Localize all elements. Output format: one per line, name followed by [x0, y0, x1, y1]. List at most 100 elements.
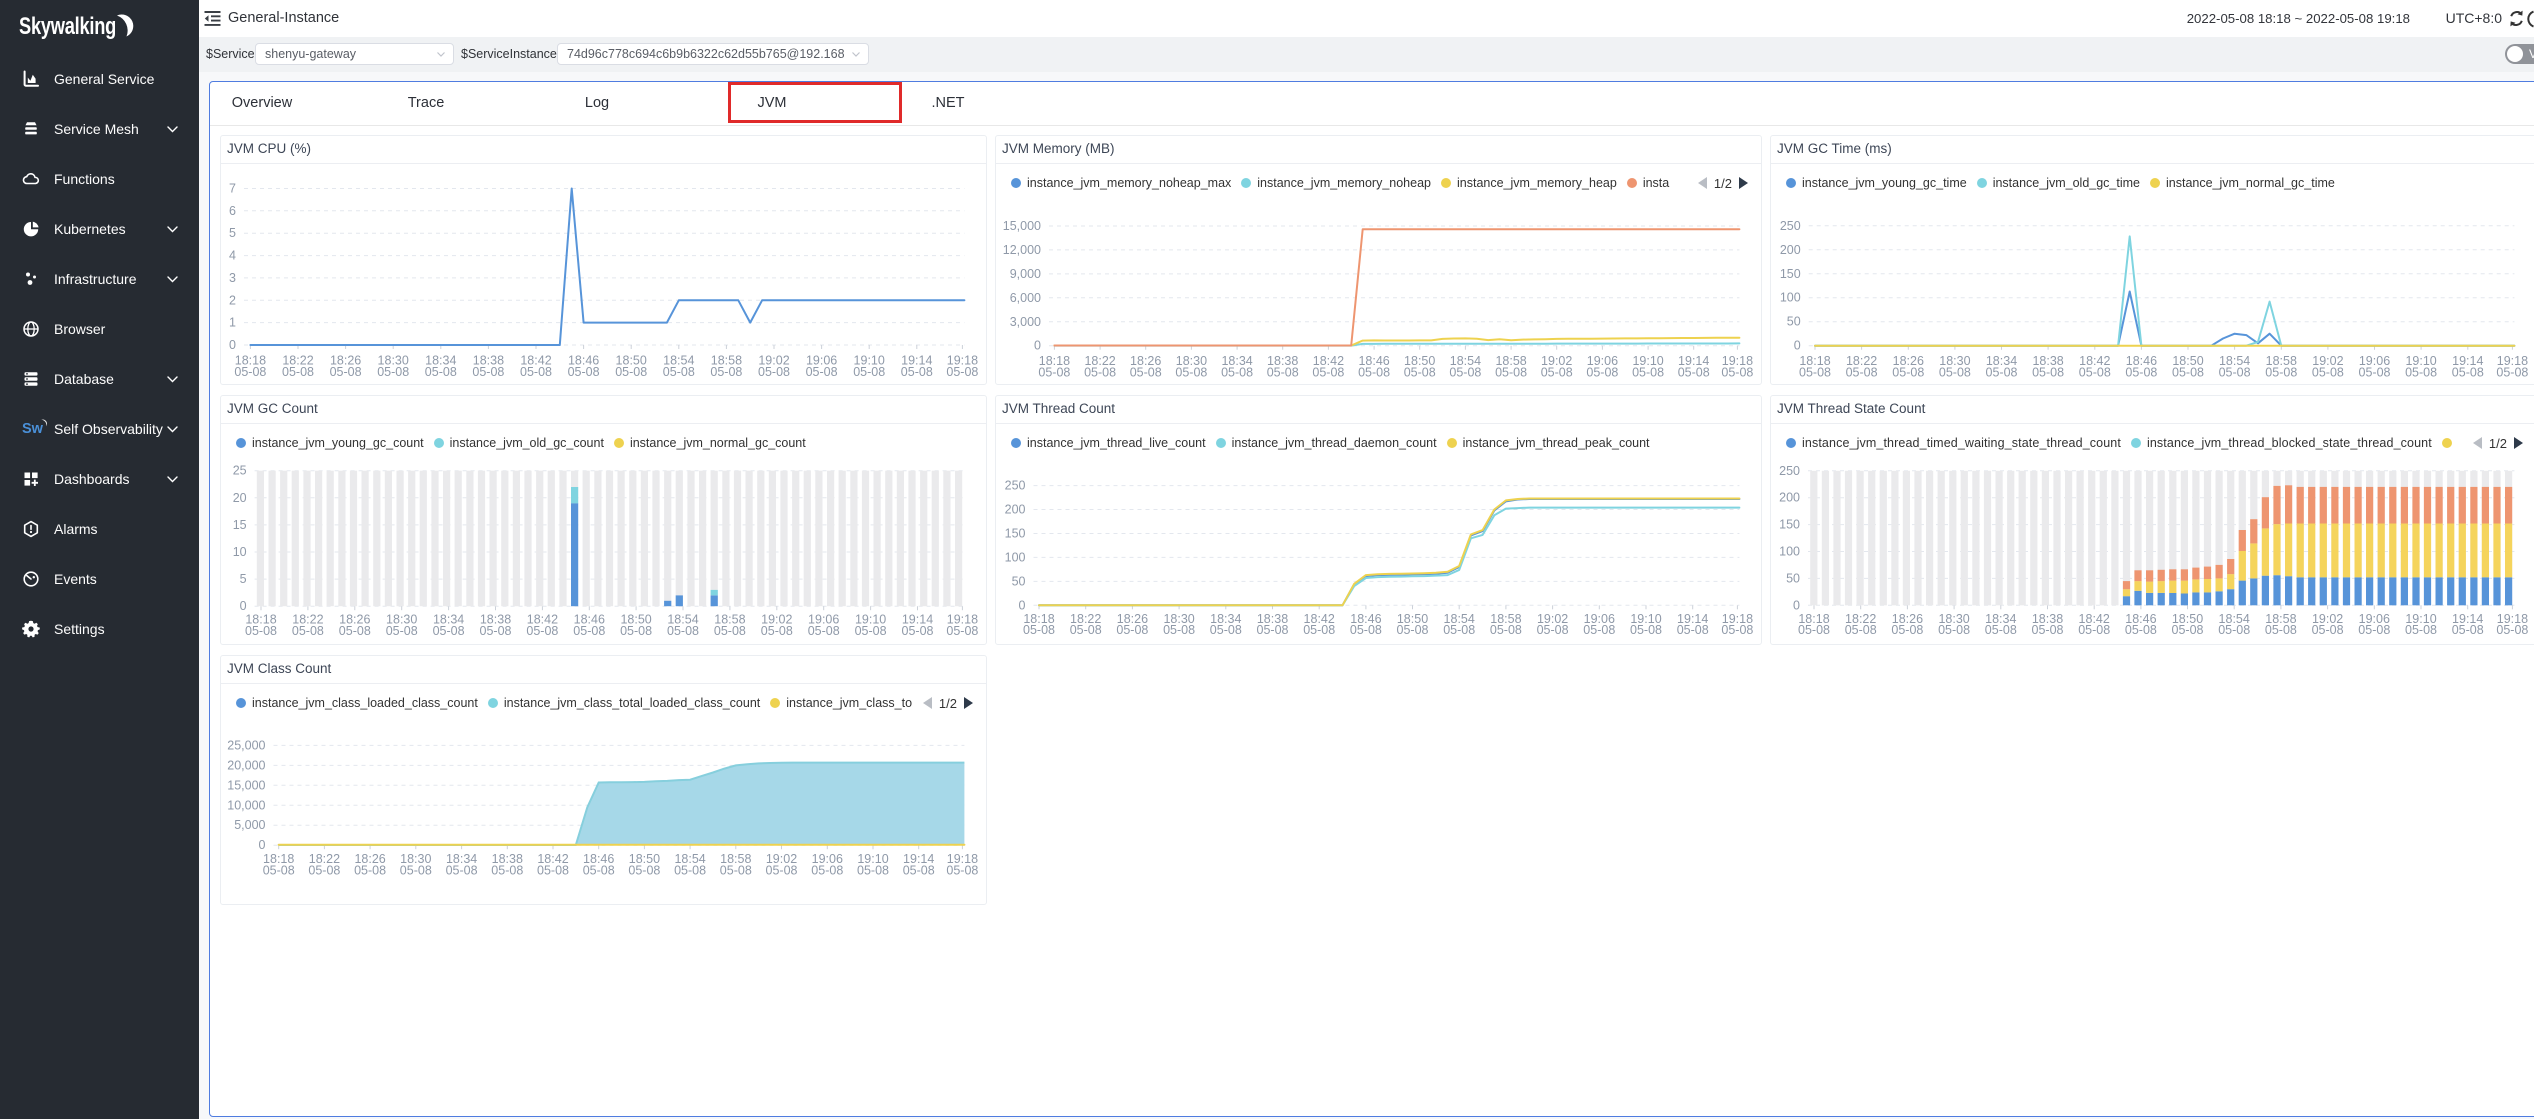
svg-text:05-08: 05-08 [2219, 366, 2251, 380]
svg-text:3,000: 3,000 [1010, 315, 1041, 329]
svg-text:0: 0 [259, 838, 266, 852]
svg-text:05-08: 05-08 [526, 624, 558, 638]
svg-text:200: 200 [1005, 503, 1026, 517]
svg-text:05-08: 05-08 [1490, 623, 1522, 637]
svg-text:3: 3 [229, 271, 236, 285]
svg-text:100: 100 [1779, 545, 1800, 559]
svg-text:9,000: 9,000 [1010, 267, 1041, 281]
svg-text:05-08: 05-08 [720, 864, 752, 878]
svg-text:05-08: 05-08 [1350, 623, 1382, 637]
svg-text:05-08: 05-08 [245, 624, 277, 638]
svg-text:05-08: 05-08 [628, 864, 660, 878]
svg-text:05-08: 05-08 [377, 365, 409, 379]
svg-text:25: 25 [233, 464, 247, 478]
svg-text:05-08: 05-08 [1985, 623, 2017, 637]
svg-text:5,000: 5,000 [234, 818, 265, 832]
svg-text:05-08: 05-08 [263, 864, 295, 878]
svg-text:05-08: 05-08 [2496, 366, 2528, 380]
svg-text:05-08: 05-08 [1163, 623, 1195, 637]
svg-text:05-08: 05-08 [946, 864, 978, 878]
svg-text:05-08: 05-08 [1257, 623, 1289, 637]
svg-text:05-08: 05-08 [946, 624, 978, 638]
svg-text:05-08: 05-08 [1116, 623, 1148, 637]
svg-text:7: 7 [229, 182, 236, 196]
svg-text:20: 20 [233, 491, 247, 505]
svg-text:05-08: 05-08 [1677, 623, 1709, 637]
svg-text:05-08: 05-08 [2032, 623, 2064, 637]
svg-text:05-08: 05-08 [583, 864, 615, 878]
svg-text:05-08: 05-08 [2079, 366, 2111, 380]
svg-text:05-08: 05-08 [1721, 366, 1753, 380]
svg-text:150: 150 [1005, 527, 1026, 541]
svg-text:05-08: 05-08 [1175, 366, 1207, 380]
svg-text:05-08: 05-08 [400, 864, 432, 878]
svg-text:05-08: 05-08 [2172, 366, 2204, 380]
svg-text:05-08: 05-08 [1221, 366, 1253, 380]
svg-text:05-08: 05-08 [537, 864, 569, 878]
svg-text:05-08: 05-08 [1084, 366, 1116, 380]
svg-text:05-08: 05-08 [308, 864, 340, 878]
svg-text:05-08: 05-08 [855, 624, 887, 638]
svg-text:05-08: 05-08 [2452, 366, 2484, 380]
svg-text:05-08: 05-08 [573, 624, 605, 638]
svg-text:05-08: 05-08 [946, 365, 978, 379]
svg-text:05-08: 05-08 [1537, 623, 1569, 637]
svg-text:05-08: 05-08 [433, 624, 465, 638]
svg-text:05-08: 05-08 [2312, 366, 2344, 380]
svg-text:05-08: 05-08 [1312, 366, 1344, 380]
svg-text:05-08: 05-08 [480, 624, 512, 638]
svg-text:05-08: 05-08 [663, 365, 695, 379]
svg-text:20,000: 20,000 [227, 758, 265, 772]
svg-text:100: 100 [1005, 550, 1026, 564]
svg-text:0: 0 [1794, 339, 1801, 353]
svg-text:05-08: 05-08 [1449, 366, 1481, 380]
svg-text:05-08: 05-08 [2312, 623, 2344, 637]
svg-text:05-08: 05-08 [1303, 623, 1335, 637]
svg-text:05-08: 05-08 [386, 624, 418, 638]
svg-text:2: 2 [229, 293, 236, 307]
svg-text:250: 250 [1005, 479, 1026, 493]
svg-text:12,000: 12,000 [1003, 243, 1041, 257]
svg-text:05-08: 05-08 [1586, 366, 1618, 380]
svg-text:4: 4 [229, 249, 236, 263]
svg-text:05-08: 05-08 [806, 365, 838, 379]
svg-text:0: 0 [229, 338, 236, 352]
svg-text:05-08: 05-08 [811, 864, 843, 878]
svg-text:05-08: 05-08 [1939, 366, 1971, 380]
svg-text:05-08: 05-08 [2452, 623, 2484, 637]
svg-text:200: 200 [1780, 243, 1801, 257]
svg-text:05-08: 05-08 [2125, 366, 2157, 380]
svg-text:05-08: 05-08 [354, 864, 386, 878]
svg-text:05-08: 05-08 [2359, 366, 2391, 380]
svg-text:05-08: 05-08 [520, 365, 552, 379]
svg-text:05-08: 05-08 [1404, 366, 1436, 380]
svg-text:05-08: 05-08 [1892, 366, 1924, 380]
svg-text:05-08: 05-08 [1891, 623, 1923, 637]
svg-text:05-08: 05-08 [1443, 623, 1475, 637]
svg-text:05-08: 05-08 [2358, 623, 2390, 637]
svg-text:200: 200 [1779, 491, 1800, 505]
svg-text:05-08: 05-08 [1630, 623, 1662, 637]
svg-text:0: 0 [1019, 598, 1026, 612]
svg-text:05-08: 05-08 [1130, 366, 1162, 380]
svg-text:05-08: 05-08 [714, 624, 746, 638]
svg-text:05-08: 05-08 [1541, 366, 1573, 380]
svg-text:05-08: 05-08 [2125, 623, 2157, 637]
svg-text:50: 50 [1012, 574, 1026, 588]
svg-text:0: 0 [1793, 598, 1800, 612]
svg-text:05-08: 05-08 [766, 864, 798, 878]
svg-text:05-08: 05-08 [1267, 366, 1299, 380]
svg-text:05-08: 05-08 [853, 365, 885, 379]
svg-text:5: 5 [240, 572, 247, 586]
svg-text:05-08: 05-08 [2496, 623, 2528, 637]
svg-text:05-08: 05-08 [2172, 623, 2204, 637]
svg-text:05-08: 05-08 [1070, 623, 1102, 637]
svg-text:05-08: 05-08 [2218, 623, 2250, 637]
svg-text:15: 15 [233, 518, 247, 532]
svg-text:05-08: 05-08 [1358, 366, 1390, 380]
svg-text:05-08: 05-08 [568, 365, 600, 379]
svg-text:5: 5 [229, 226, 236, 240]
svg-text:05-08: 05-08 [1397, 623, 1429, 637]
svg-text:250: 250 [1780, 219, 1801, 233]
svg-text:6: 6 [229, 204, 236, 218]
